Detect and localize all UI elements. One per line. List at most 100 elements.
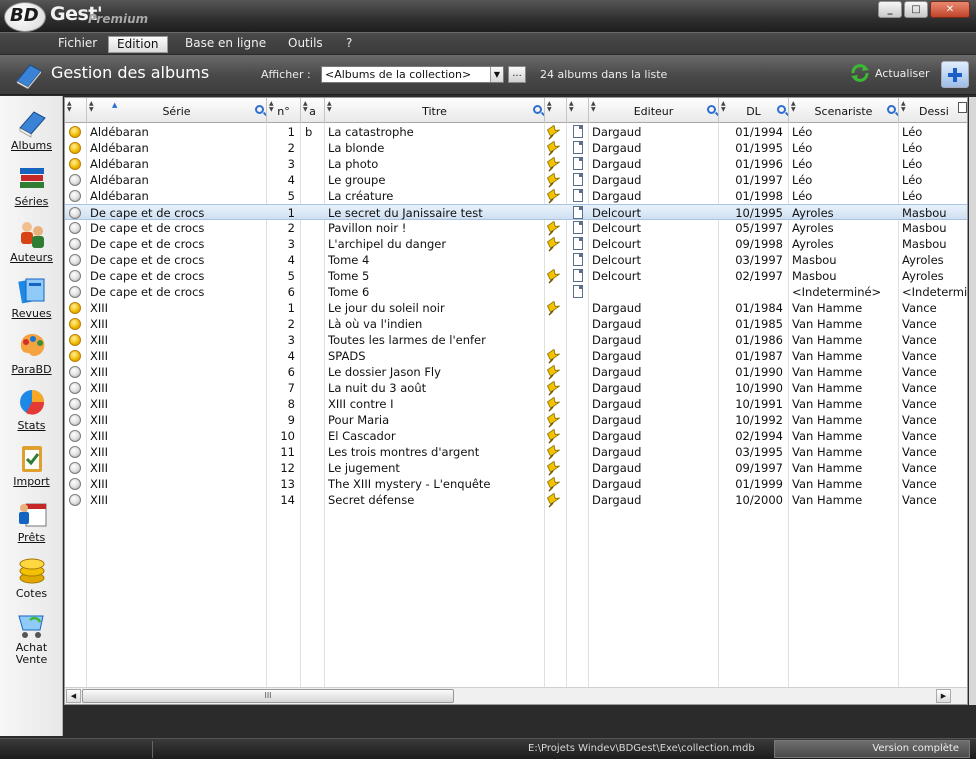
table-row[interactable]: De cape et de crocs 1 Le secret du Janissa… xyxy=(65,204,967,220)
table-row[interactable]: XIII 1 Le jour du soleil noir Dargaud 01/198… xyxy=(65,300,967,316)
table-row[interactable]: XIII 7 La nuit du 3 août Dargaud 10/1990 Van … xyxy=(65,380,967,396)
minimize-button[interactable]: _ xyxy=(878,1,902,18)
scroll-thumb[interactable]: III xyxy=(82,689,454,703)
maximize-button[interactable]: □ xyxy=(904,1,928,18)
table-row[interactable]: De cape et de crocs 3 L'archipel du danger… xyxy=(65,236,967,252)
not-owned-status-icon[interactable] xyxy=(69,190,81,202)
close-button[interactable]: ✕ xyxy=(930,1,970,18)
chevron-down-icon[interactable]: ▼ xyxy=(490,67,503,82)
pin-icon[interactable] xyxy=(546,492,564,508)
table-row[interactable]: XIII 11 Les trois montres d'argent Dargaud 0… xyxy=(65,444,967,460)
menu-outils[interactable]: Outils xyxy=(280,36,331,53)
not-owned-status-icon[interactable] xyxy=(69,494,81,506)
not-owned-status-icon[interactable] xyxy=(69,222,81,234)
sidebar-item-auteurs[interactable]: Auteurs xyxy=(0,218,63,264)
sidebar-item-import[interactable]: Import xyxy=(0,442,63,488)
sort-arrows-icon[interactable]: ▲ ▼ xyxy=(269,101,274,113)
sidebar-item-séries[interactable]: Séries xyxy=(0,162,63,208)
sidebar-item-achat[interactable]: Achat Vente xyxy=(0,608,63,666)
owned-status-icon[interactable] xyxy=(69,318,81,330)
pin-icon[interactable] xyxy=(546,188,564,204)
pin-icon[interactable] xyxy=(546,460,564,476)
pin-icon[interactable] xyxy=(546,428,564,444)
menu-help[interactable]: ? xyxy=(338,36,360,53)
column-header-a[interactable]: ▲ ▼ a xyxy=(301,98,325,123)
table-row[interactable]: XIII 3 Toutes les larmes de l'enfer Dargaud… xyxy=(65,332,967,348)
owned-status-icon[interactable] xyxy=(69,158,81,170)
sort-arrows-icon[interactable]: ▲ ▼ xyxy=(303,101,308,113)
document-icon[interactable] xyxy=(573,253,583,266)
not-owned-status-icon[interactable] xyxy=(69,174,81,186)
document-icon[interactable] xyxy=(573,206,583,219)
pin-icon[interactable] xyxy=(546,444,564,460)
table-row[interactable]: XIII 6 Le dossier Jason Fly Dargaud 01/1990 V… xyxy=(65,364,967,380)
menu-edition[interactable]: Edition xyxy=(108,36,168,53)
not-owned-status-icon[interactable] xyxy=(69,430,81,442)
not-owned-status-icon[interactable] xyxy=(69,446,81,458)
pin-icon[interactable] xyxy=(546,268,564,284)
sort-arrows-icon[interactable]: ▲ ▼ xyxy=(89,101,94,113)
table-row[interactable]: De cape et de crocs 4 Tome 4 Delcourt 03/199… xyxy=(65,252,967,268)
column-header-editeur[interactable]: ▲ ▼ Editeur xyxy=(589,98,719,123)
table-row[interactable]: De cape et de crocs 2 Pavillon noir ! Delco… xyxy=(65,220,967,236)
sort-arrows-icon[interactable]: ▲ ▼ xyxy=(547,101,552,113)
document-icon[interactable] xyxy=(573,237,583,250)
table-row[interactable]: Aldébaran 5 La créature Dargaud 01/1998 Léo Lé… xyxy=(65,188,967,204)
filter-options-button[interactable]: ... xyxy=(508,66,526,83)
table-row[interactable]: XIII 2 Là où va l'indien Dargaud 01/1985 Van … xyxy=(65,316,967,332)
vertical-scrollbar[interactable] xyxy=(969,97,976,705)
pin-icon[interactable] xyxy=(546,364,564,380)
column-header-titre[interactable]: ▲ ▼ Titre xyxy=(325,98,545,123)
document-icon[interactable] xyxy=(573,125,583,138)
document-icon[interactable] xyxy=(573,141,583,154)
pin-icon[interactable] xyxy=(546,236,564,252)
owned-status-icon[interactable] xyxy=(69,126,81,138)
column-header-doc[interactable]: ▲ ▼ xyxy=(567,98,589,123)
column-header-dl[interactable]: ▲ ▼ DL xyxy=(719,98,789,123)
table-row[interactable]: De cape et de crocs 5 Tome 5 Delcourt 02/199… xyxy=(65,268,967,284)
table-row[interactable]: Aldébaran 1 b La catastrophe Dargaud 01/1994 L… xyxy=(65,124,967,140)
sort-arrows-icon[interactable]: ▲ ▼ xyxy=(591,101,596,113)
sidebar-item-revues[interactable]: Revues xyxy=(0,274,63,320)
horizontal-scrollbar[interactable]: ◀ III ▶ xyxy=(65,687,967,704)
not-owned-status-icon[interactable] xyxy=(69,414,81,426)
pin-icon[interactable] xyxy=(546,380,564,396)
pin-icon[interactable] xyxy=(546,220,564,236)
search-icon[interactable] xyxy=(255,105,264,114)
scroll-left-button[interactable]: ◀ xyxy=(66,689,81,703)
search-icon[interactable] xyxy=(533,105,542,114)
column-header-pin[interactable]: ▲ ▼ xyxy=(545,98,567,123)
menu-fichier[interactable]: Fichier xyxy=(50,36,105,53)
table-row[interactable]: XIII 12 Le jugement Dargaud 09/1997 Van Hamme… xyxy=(65,460,967,476)
pin-icon[interactable] xyxy=(546,124,564,140)
column-header-serie[interactable]: ▲ ▼ ▲ Série xyxy=(87,98,267,123)
table-row[interactable]: Aldébaran 3 La photo Dargaud 01/1996 Léo Léo xyxy=(65,156,967,172)
search-icon[interactable] xyxy=(707,105,716,114)
menu-base-en-ligne[interactable]: Base en ligne xyxy=(177,36,274,53)
document-icon[interactable] xyxy=(573,157,583,170)
scroll-right-button[interactable]: ▶ xyxy=(936,689,951,703)
column-header-no[interactable]: ▲ ▼ n° xyxy=(267,98,301,123)
pin-icon[interactable] xyxy=(546,140,564,156)
table-row[interactable]: XIII 8 XIII contre I Dargaud 10/1991 Van Hamm… xyxy=(65,396,967,412)
not-owned-status-icon[interactable] xyxy=(69,366,81,378)
table-row[interactable]: XIII 9 Pour Maria Dargaud 10/1992 Van Hamme Va… xyxy=(65,412,967,428)
table-row[interactable]: XIII 10 El Cascador Dargaud 02/1994 Van Hamme… xyxy=(65,428,967,444)
pin-icon[interactable] xyxy=(546,396,564,412)
owned-status-icon[interactable] xyxy=(69,142,81,154)
document-icon[interactable] xyxy=(573,189,583,202)
sidebar-item-cotes[interactable]: Cotes xyxy=(0,554,63,600)
not-owned-status-icon[interactable] xyxy=(69,270,81,282)
table-row[interactable]: De cape et de crocs 6 Tome 6 <Indeterminé> <… xyxy=(65,284,967,300)
document-icon[interactable] xyxy=(573,285,583,298)
sort-arrows-icon[interactable]: ▲ ▼ xyxy=(721,101,726,113)
document-icon[interactable] xyxy=(573,221,583,234)
document-icon[interactable] xyxy=(573,269,583,282)
table-row[interactable]: Aldébaran 4 Le groupe Dargaud 01/1997 Léo Léo xyxy=(65,172,967,188)
search-icon[interactable] xyxy=(887,105,896,114)
sort-arrows-icon[interactable]: ▲ ▼ xyxy=(569,101,574,113)
not-owned-status-icon[interactable] xyxy=(69,238,81,250)
sort-arrows-icon[interactable]: ▲ ▼ xyxy=(67,101,72,113)
not-owned-status-icon[interactable] xyxy=(69,398,81,410)
table-row[interactable]: XIII 4 SPADS Dargaud 01/1987 Van Hamme Vance xyxy=(65,348,967,364)
